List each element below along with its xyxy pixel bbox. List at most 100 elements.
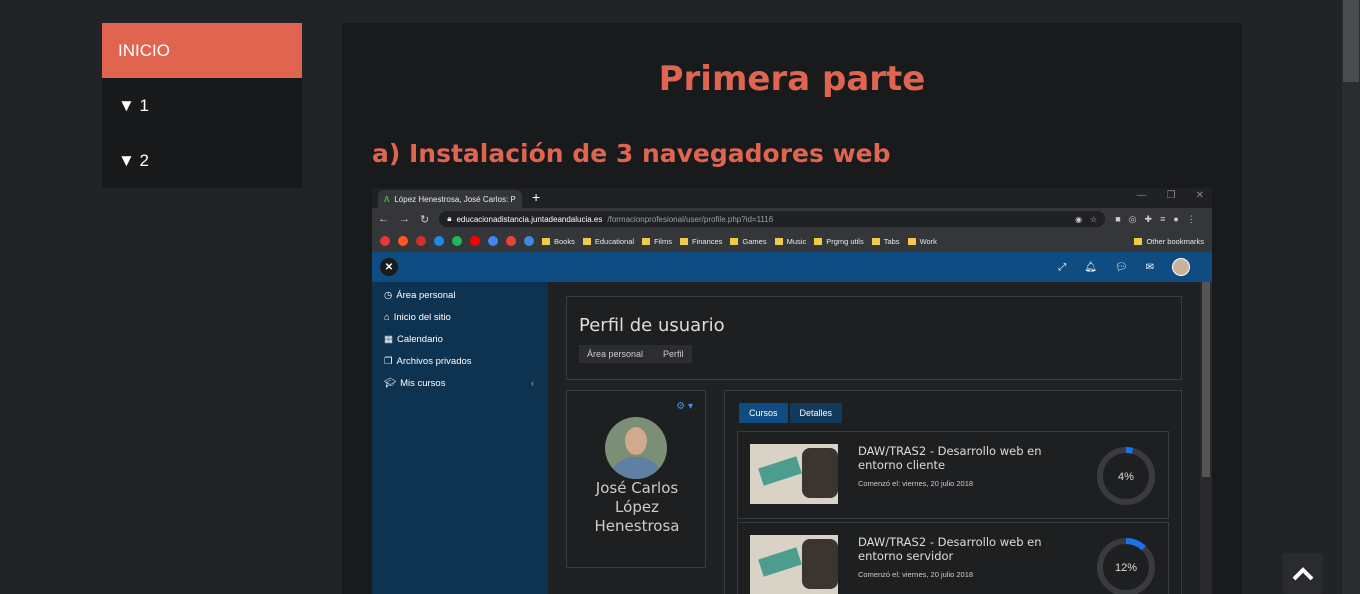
folder-icon [774, 237, 783, 245]
profile-page-title: Perfil de usuario [579, 315, 725, 336]
bookmark-icon [380, 236, 390, 246]
course-start-date: Comenzó el: viernes, 20 julio 2018 [858, 570, 974, 579]
courses-panel: Cursos Detalles DAW/TRAS2 - Desarrollo w… [724, 390, 1182, 594]
page-header-card: Perfil de usuario Área personal Perfil [566, 296, 1182, 380]
url-field: 🔒︎ educacionadistancia.juntadeandalucia.… [439, 211, 1106, 227]
course-image [750, 444, 838, 504]
other-bookmarks: Other bookmarks [1134, 237, 1204, 246]
folder-icon [679, 237, 688, 245]
folder-icon [814, 237, 823, 245]
reload-icon: ↻ [420, 213, 430, 226]
course-start-date: Comenzó el: viernes, 20 julio 2018 [858, 479, 974, 488]
avatar [1172, 258, 1190, 276]
profile-name: José Carlos López Henestrosa [594, 479, 680, 535]
minimize-icon: — [1136, 190, 1147, 201]
moodle-favicon-icon: Λ [384, 194, 390, 204]
bookmark-icon [434, 236, 444, 246]
browser-address-bar: ← → ↻ 🔒︎ educacionadistancia.juntadeanda… [372, 208, 1212, 230]
folder-icon [871, 237, 880, 245]
tab-cursos: Cursos [739, 403, 788, 423]
star-icon: ☆ [1090, 214, 1098, 224]
graduation-cap-icon: 🎓︎ [384, 377, 397, 389]
extension-icon: ◎ [1128, 213, 1137, 224]
progress-label: 12% [1115, 562, 1137, 574]
bookmarks-bar: Books Educational Films Finances Games M… [372, 230, 1212, 252]
folder-icon [642, 237, 651, 245]
sidebar-item-1[interactable]: ▼ 1 [102, 78, 302, 133]
menu-icon: ⋮ [1186, 213, 1196, 224]
playlist-icon: ≡ [1160, 213, 1166, 224]
bookmark-icon [398, 236, 408, 246]
dashboard-icon: ◷ [384, 289, 393, 301]
folder-icon [907, 237, 916, 245]
scrollbar [1200, 282, 1212, 594]
bookmark-folder: Work [907, 237, 937, 246]
url-path: /formacionprofesional/user/profile.php?i… [607, 214, 774, 224]
browser-screenshot-image: Λ López Henestrosa, José Carlos: P ✕ + —… [372, 188, 1212, 594]
bookmark-folder: Films [642, 237, 672, 246]
lock-icon: 🔒︎ [447, 214, 452, 223]
bookmark-folder: Books [542, 237, 575, 246]
window-controls: — ❐ ✕ [1137, 190, 1204, 201]
sidebar-item-label: INICIO [118, 40, 170, 60]
home-icon: ⌂ [384, 311, 390, 323]
site-nav-archivos: ❐ Archivos privados [384, 355, 472, 367]
breadcrumb: Área personal Perfil [579, 345, 692, 363]
site-navbar: ✕ ⤢ 🔔︎ 💬︎ ✉ [372, 252, 1212, 282]
forward-icon: → [399, 213, 410, 225]
site-nav-inicio: ⌂ Inicio del sitio [384, 311, 451, 323]
extensions-area: ■ ◎ ✚ ≡ ● ⋮ [1115, 214, 1196, 225]
folder-icon [582, 237, 591, 245]
back-icon: ← [378, 213, 389, 225]
sidebar-item-label: ▼ 1 [118, 95, 150, 115]
folder-icon [542, 237, 550, 245]
site-nav-calendario: ▦ Calendario [384, 333, 443, 345]
url-host: educacionadistancia.juntadeandalucia.es [456, 214, 603, 224]
browser-tab-title: López Henestrosa, José Carlos: P [394, 194, 516, 204]
section-title: a) Instalación de 3 navegadores web [372, 139, 891, 168]
sidebar-item-inicio[interactable]: INICIO [102, 23, 302, 78]
spotify-icon [452, 236, 462, 246]
bookmark-folder: Games [730, 237, 767, 246]
bell-icon: 🔔︎ [1084, 261, 1097, 273]
folder-icon [730, 237, 739, 245]
browser-tab: Λ López Henestrosa, José Carlos: P ✕ [378, 190, 522, 208]
chevron-up-icon [1292, 566, 1314, 580]
sidebar-nav: INICIO ▼ 1 ▼ 2 [102, 23, 302, 188]
site-main: Perfil de usuario Área personal Perfil ⚙… [548, 282, 1212, 594]
page-scrollbar[interactable] [1342, 0, 1360, 594]
extension-icon: ■ [1115, 213, 1121, 224]
sidebar-item-2[interactable]: ▼ 2 [102, 133, 302, 188]
bookmark-icon [524, 236, 534, 246]
progress-ring: 4% [1097, 447, 1155, 505]
progress-ring: 12% [1097, 538, 1155, 594]
gmail-icon [506, 236, 516, 246]
expand-icon: ⤢ [1058, 261, 1067, 273]
sidebar-item-label: ▼ 2 [118, 150, 150, 170]
maximize-icon: ❐ [1166, 190, 1176, 201]
bookmark-folder: Prgmg utils [814, 237, 864, 246]
browser-tab-bar: Λ López Henestrosa, José Carlos: P ✕ + —… [372, 188, 1212, 208]
profile-card: ⚙ ▾ José Carlos López Henestrosa [566, 390, 706, 568]
gear-icon: ⚙ ▾ [676, 401, 693, 412]
close-window-icon: ✕ [1195, 190, 1204, 201]
close-drawer-icon: ✕ [380, 258, 398, 276]
calendar-icon: ▦ [384, 333, 393, 345]
site-sidebar: ◷ Área personal ⌂ Inicio del sitio ▦ Calend… [372, 282, 548, 594]
chevron-left-icon: ‹ [530, 377, 534, 389]
tab-detalles: Detalles [789, 403, 843, 423]
scroll-to-top-button[interactable] [1283, 553, 1323, 594]
course-title: DAW/TRAS2 - Desarrollo web en entorno se… [858, 535, 1042, 563]
bookmark-icon [416, 236, 426, 246]
file-icon: ❐ [384, 355, 393, 367]
scrollbar-thumb[interactable] [1343, 0, 1359, 82]
folder-icon [1134, 237, 1143, 245]
youtube-icon [470, 236, 480, 246]
course-card: DAW/TRAS2 - Desarrollo web en entorno cl… [737, 431, 1169, 519]
main-content: Primera parte a) Instalación de 3 navega… [342, 23, 1242, 594]
bookmark-folder: Educational [582, 237, 634, 246]
close-icon: ✕ [521, 195, 522, 204]
mail-icon: ✉ [1145, 261, 1154, 273]
bookmark-folder: Music [774, 237, 806, 246]
course-card: DAW/TRAS2 - Desarrollo web en entorno se… [737, 522, 1169, 594]
